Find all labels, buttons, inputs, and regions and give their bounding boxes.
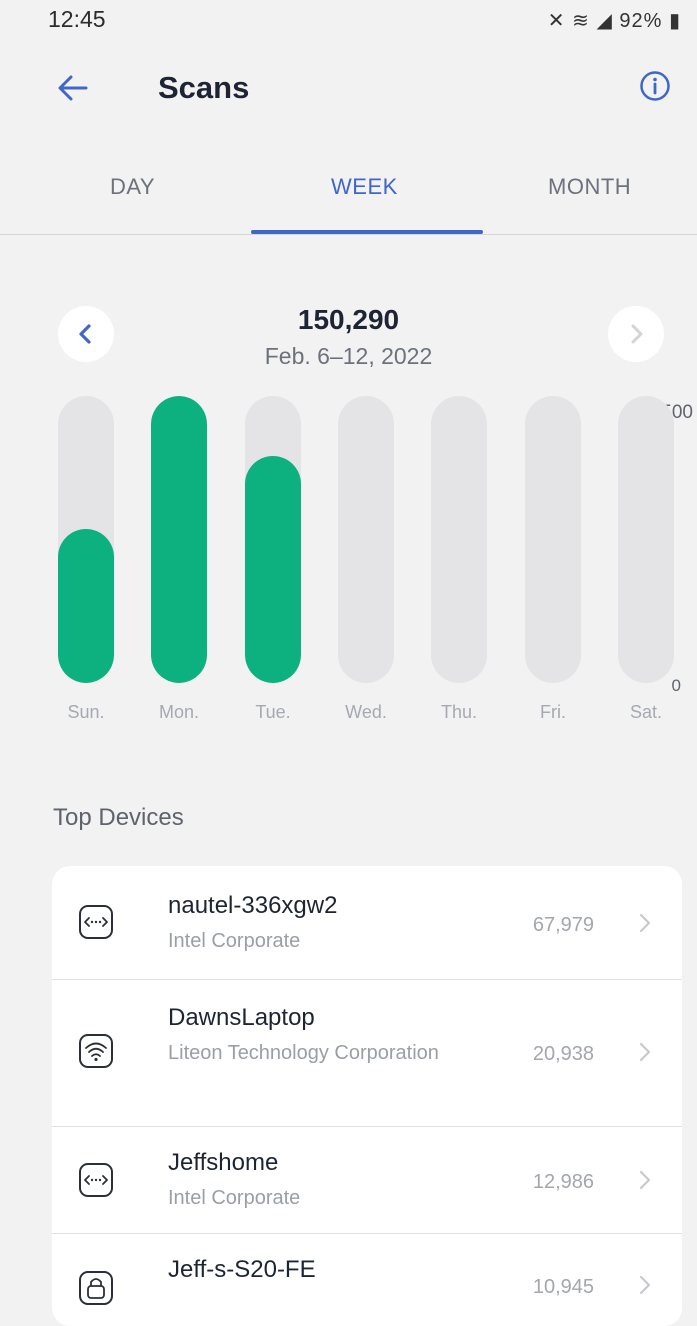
wifi-icon [79,1034,113,1068]
next-period-button[interactable] [608,306,664,362]
chevron-right-icon [639,1042,651,1062]
device-row[interactable]: Jeff-s-S20-FE 10,945 [52,1234,682,1326]
x-tick-label: Sun. [67,702,105,722]
device-vendor: Intel Corporate [168,1187,301,1209]
top-devices-title: Top Devices [53,804,184,831]
active-tab-indicator [251,230,483,234]
x-tick-label: Fri. [540,702,566,722]
scan-total: 150,290 [297,304,400,335]
device-row[interactable]: nautel-336xgw2 Intel Corporate 67,979 [52,866,682,979]
tab-month[interactable]: MONTH [548,174,631,200]
x-tick-label: Thu. [440,702,478,722]
battery-percent: 92% [619,10,663,32]
x-tick-label: Sat. [629,702,663,722]
page-title: Scans [158,70,250,105]
bar-track [245,396,301,683]
device-row[interactable]: DawnsLaptop Liteon Technology Corporatio… [52,980,682,1126]
mute-icon: ✕ [547,10,566,32]
chevron-right-icon [631,324,643,344]
device-name: DawnsLaptop [168,1004,315,1031]
x-tick-label: Mon. [158,702,200,722]
device-count: 20,938 [532,1043,594,1065]
x-tick-label: Wed. [345,702,387,722]
bar-track [525,396,581,683]
bar[interactable] [151,396,207,683]
chevron-right-icon [639,913,651,933]
ethernet-icon [79,1163,113,1197]
back-arrow-icon [58,75,88,101]
device-row[interactable]: Jeffshome Intel Corporate 12,986 [52,1127,682,1233]
device-count: 67,979 [532,914,594,936]
bar-track [618,396,674,683]
info-icon [640,71,670,101]
status-time: 12:45 [48,6,106,32]
status-bar: 12:45 ✕ ≋ ◢ 92% ▮ [0,0,697,40]
y-min-label: 0 [671,676,681,695]
chevron-right-icon [639,1275,651,1295]
app-bar: Scans [0,58,697,122]
device-name: Jeffshome [168,1149,279,1176]
device-vendor: Liteon Technology Corporation [168,1042,439,1064]
ethernet-icon [79,905,113,939]
info-button[interactable] [639,70,671,102]
device-count: 12,986 [532,1171,594,1193]
date-range: Feb. 6–12, 2022 [264,343,433,369]
chevron-right-icon [639,1170,651,1190]
status-icons: ✕ ≋ ◢ 92% ▮ [548,8,681,33]
bar-track [58,396,114,683]
top-devices-list: nautel-336xgw2 Intel Corporate 67,979 Da… [52,866,682,1326]
tab-day[interactable]: DAY [110,174,155,200]
bar-track [151,396,207,683]
bar-track [338,396,394,683]
device-name: nautel-336xgw2 [168,892,338,919]
tab-week[interactable]: WEEK [331,174,398,200]
wifi-signal-icon: ≋ [572,10,590,32]
back-button[interactable] [56,66,96,110]
weekly-scans-chart: 64,500 0 Sun.Mon.Tue.Wed.Thu.Fri.Sat. [0,380,697,740]
x-tick-label: Tue. [255,702,291,722]
bar-track [431,396,487,683]
device-name: Jeff-s-S20-FE [168,1256,316,1283]
bar[interactable] [58,529,114,683]
bar[interactable] [245,456,301,683]
cell-signal-icon: ◢ [596,10,613,32]
device-vendor: Intel Corporate [168,930,301,952]
battery-icon: ▮ [668,10,681,32]
period-tabs: DAY WEEK MONTH [0,160,697,235]
device-count: 10,945 [532,1276,594,1298]
lock-icon [79,1271,113,1305]
